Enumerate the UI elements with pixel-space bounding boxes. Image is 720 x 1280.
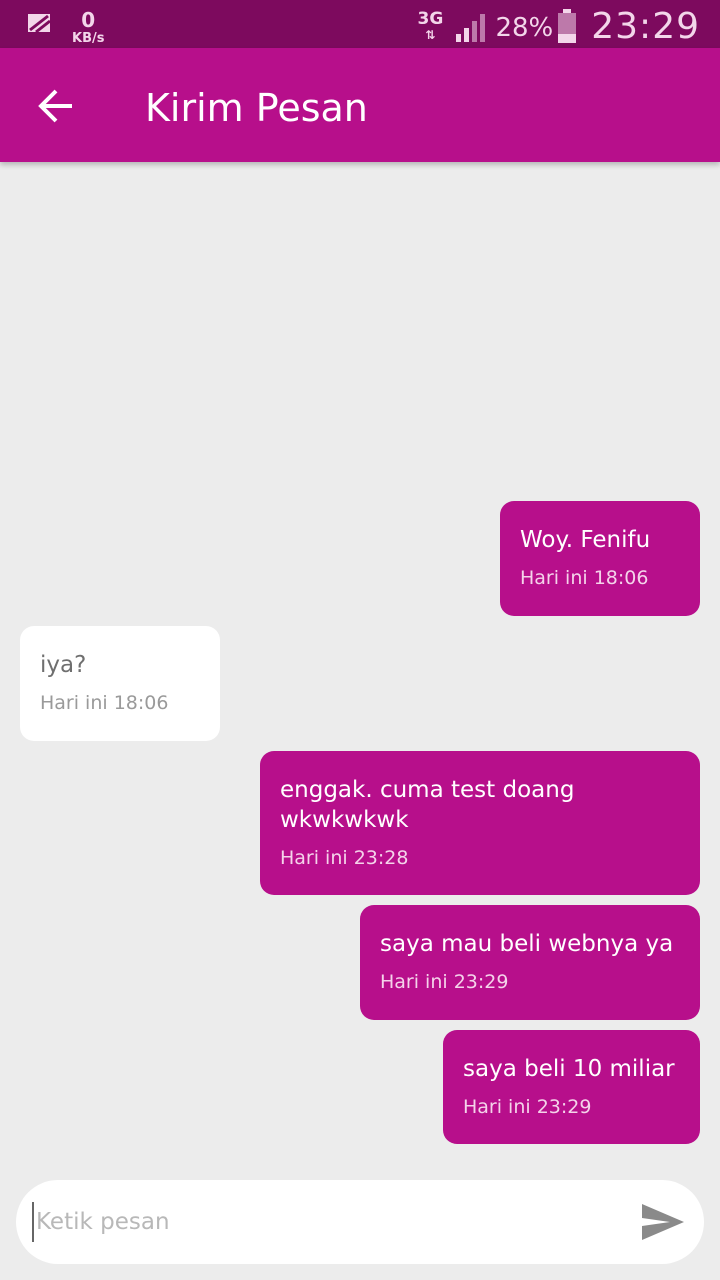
message-time: Hari ini 18:06 xyxy=(520,567,649,589)
app-bar: Kirim Pesan xyxy=(0,48,720,162)
clock: 23:29 xyxy=(591,6,700,47)
network-speed-unit: KB/s xyxy=(72,31,105,46)
data-activity-icon: ⇅ xyxy=(425,27,436,42)
message-list[interactable]: Woy. Fenifu Hari ini 18:06 iya? Hari ini… xyxy=(0,162,720,1162)
send-button[interactable] xyxy=(640,1202,686,1242)
status-bar: 0 KB/s 3G ⇅ 28% 23:29 xyxy=(0,0,720,48)
network-speed: 0 KB/s xyxy=(72,10,104,45)
send-icon xyxy=(640,1204,686,1246)
battery-percent: 28% xyxy=(495,12,554,43)
battery-icon xyxy=(557,8,577,47)
status-right: 3G ⇅ 28% 23:29 xyxy=(415,4,700,47)
message-time: Hari ini 23:29 xyxy=(380,971,509,993)
message-text: enggak. cuma test doang wkwkwkwk xyxy=(280,777,575,833)
message-input[interactable] xyxy=(32,1202,622,1242)
message-text: saya mau beli webnya ya xyxy=(380,931,674,957)
back-button[interactable] xyxy=(36,86,76,126)
message-composer xyxy=(16,1180,704,1264)
message-bubble-incoming[interactable]: iya? Hari ini 18:06 xyxy=(20,626,220,741)
status-left: 0 KB/s xyxy=(26,10,104,45)
message-bubble-outgoing[interactable]: saya mau beli webnya ya Hari ini 23:29 xyxy=(360,905,700,1020)
message-time: Hari ini 23:29 xyxy=(463,1096,592,1118)
message-text: iya? xyxy=(40,652,87,678)
arrow-back-icon xyxy=(36,89,76,130)
message-bubble-outgoing[interactable]: saya beli 10 miliar Hari ini 23:29 xyxy=(443,1030,700,1144)
network-type-label: 3G xyxy=(417,8,444,29)
message-bubble-outgoing[interactable]: Woy. Fenifu Hari ini 18:06 xyxy=(500,501,700,616)
network-type: 3G ⇅ xyxy=(415,8,445,42)
network-speed-value: 0 xyxy=(81,8,96,32)
message-text: Woy. Fenifu xyxy=(520,527,651,553)
message-time: Hari ini 18:06 xyxy=(40,692,169,714)
page-title: Kirim Pesan xyxy=(145,86,368,130)
message-text: saya beli 10 miliar xyxy=(463,1056,675,1082)
message-bubble-outgoing[interactable]: enggak. cuma test doang wkwkwkwk Hari in… xyxy=(260,751,700,895)
no-sim-icon xyxy=(26,10,52,40)
signal-icon xyxy=(455,12,487,46)
message-time: Hari ini 23:28 xyxy=(280,847,409,869)
